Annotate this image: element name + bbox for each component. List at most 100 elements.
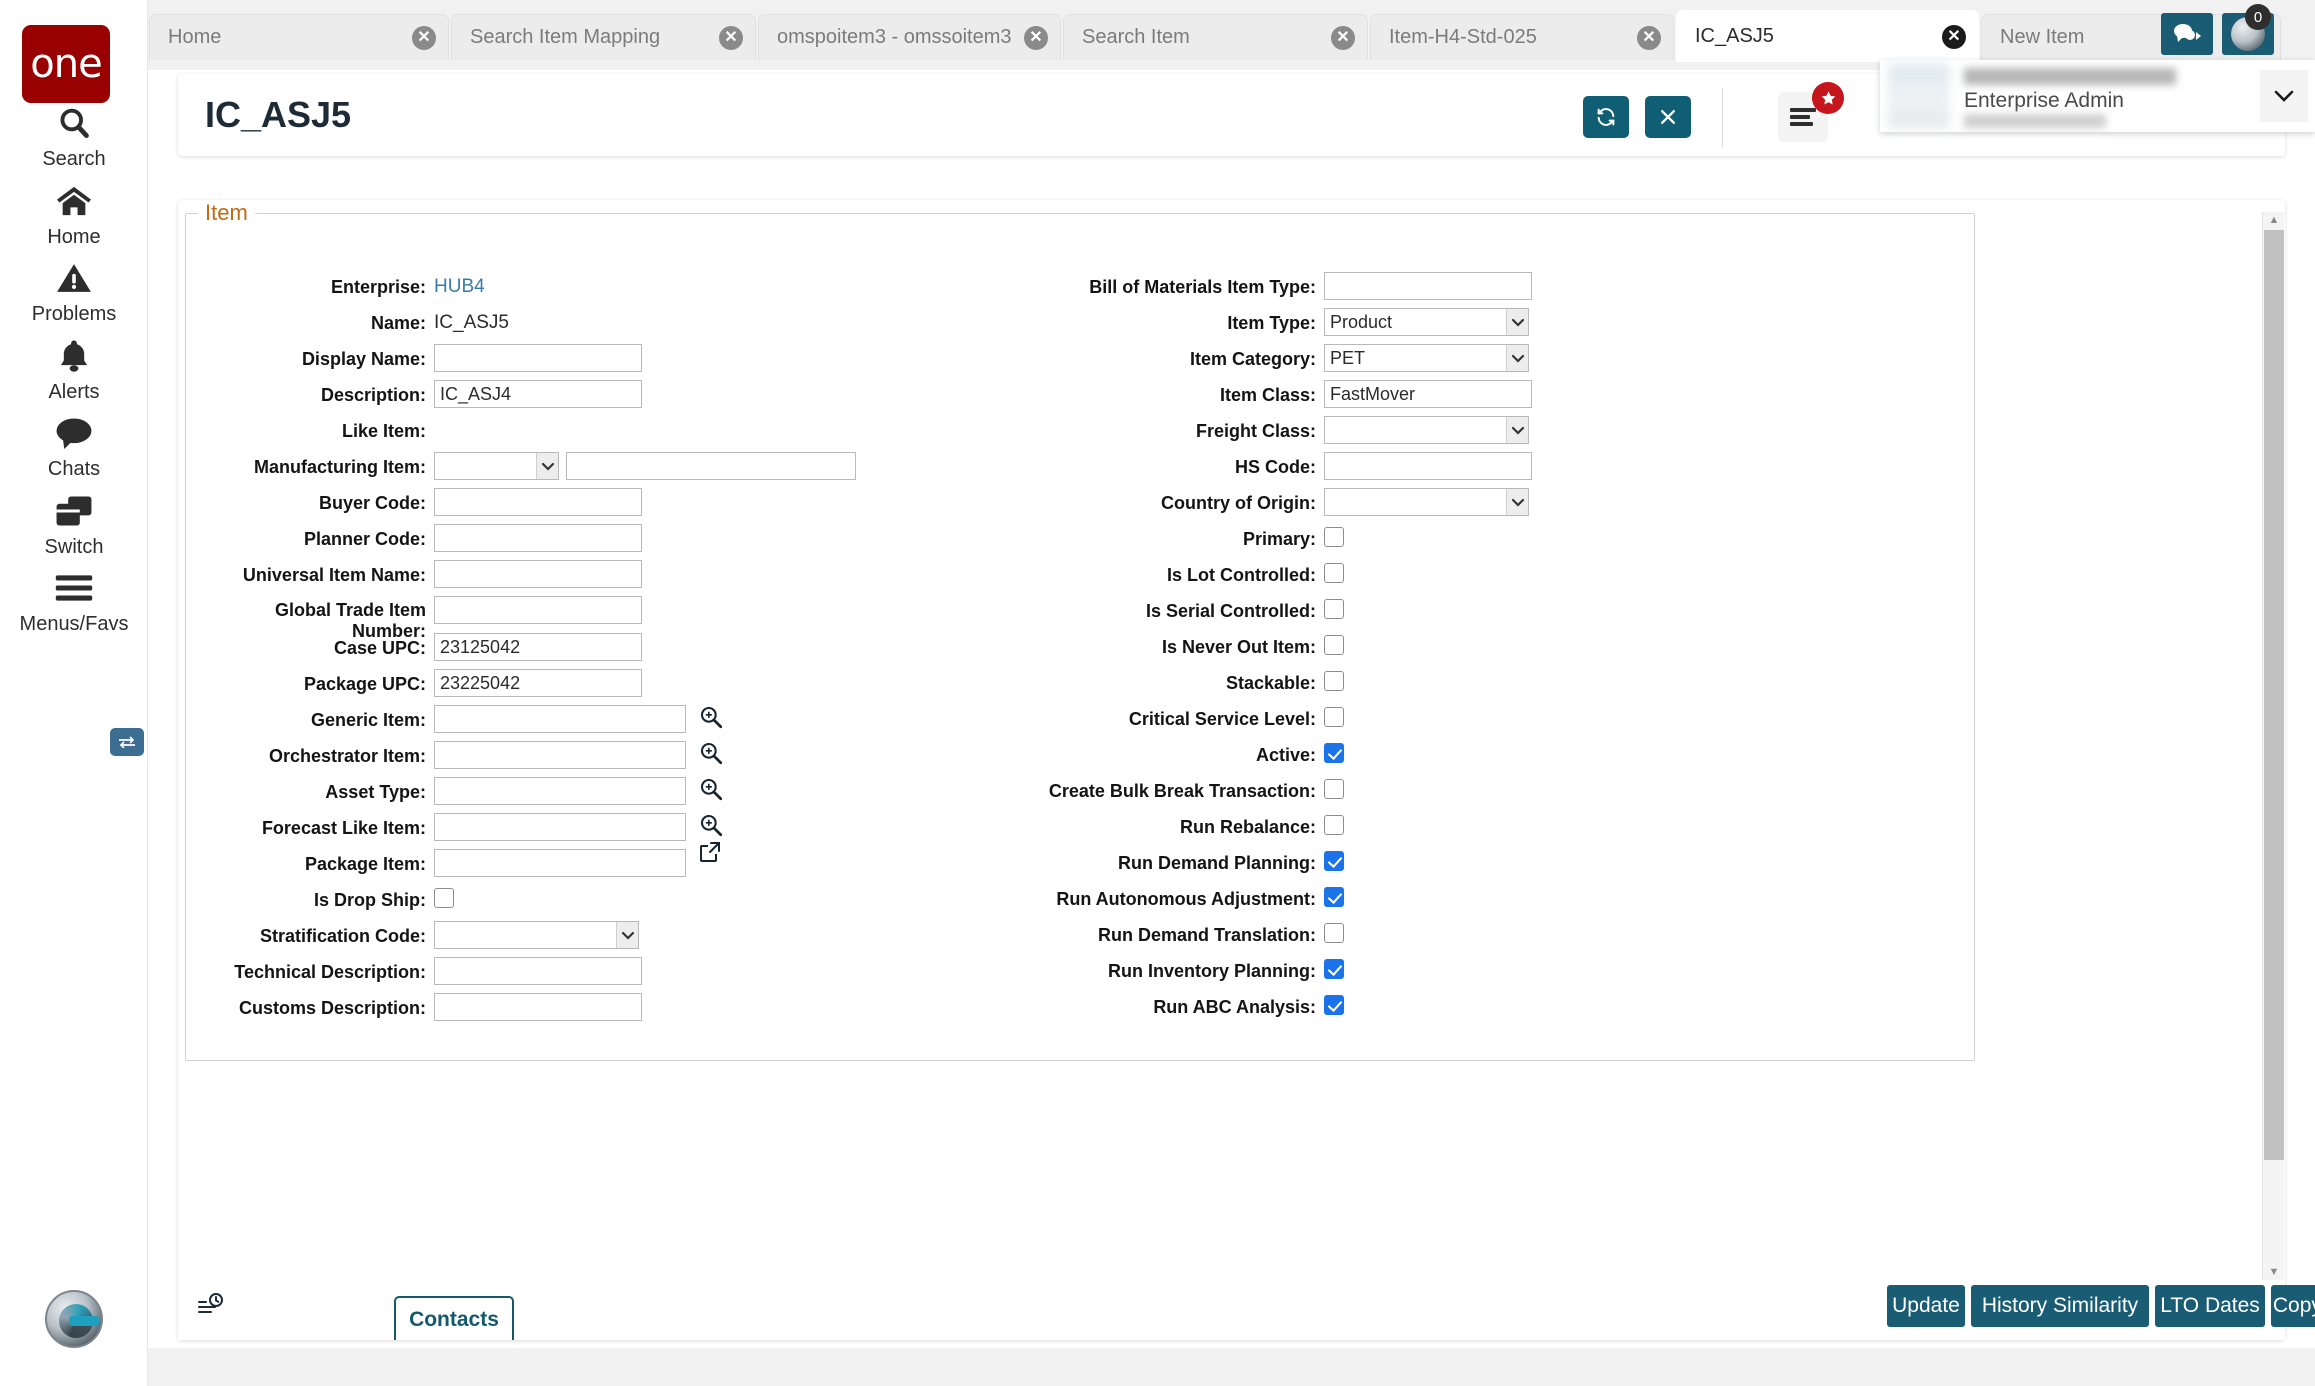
checkbox-is-never-out-item[interactable] <box>1324 635 1344 655</box>
sidebar-item-alerts[interactable]: Alerts <box>0 333 148 404</box>
sidebar-item-home[interactable]: Home <box>0 178 148 249</box>
chevron-down-icon <box>1506 417 1528 443</box>
browser-tab[interactable]: Search Item Mapping✕ <box>451 14 756 60</box>
close-circle-icon[interactable]: ✕ <box>412 26 436 50</box>
browser-tab[interactable]: Search Item✕ <box>1063 14 1368 60</box>
input-bill-of-materials-item-type[interactable] <box>1324 272 1532 300</box>
close-circle-icon[interactable]: ✕ <box>1942 25 1966 49</box>
browser-tab[interactable]: Home✕ <box>149 14 449 60</box>
item-fieldset-legend: Item <box>198 200 255 226</box>
field-label: Stackable: <box>1226 672 1316 694</box>
history-list-icon[interactable] <box>196 1290 228 1322</box>
select-value: PET <box>1330 348 1365 368</box>
close-circle-icon[interactable]: ✕ <box>1024 26 1048 50</box>
field-label: Freight Class: <box>1196 420 1316 442</box>
history-similarity-button[interactable]: History Similarity <box>1971 1285 2149 1327</box>
checkbox-critical-service-level[interactable] <box>1324 707 1344 727</box>
browser-tab-title: IC_ASJ5 <box>1695 25 1932 48</box>
home-icon <box>0 178 148 224</box>
browser-tab[interactable]: omspoitem3 - omssoitem3✕ <box>758 14 1061 60</box>
item-content-card: Item Enterprise:HUB4Name:IC_ASJ5Display … <box>178 200 2285 1340</box>
browser-tab[interactable]: IC_ASJ5 ✕ <box>1676 10 1979 62</box>
field-row-primary: Primary: <box>186 528 1516 564</box>
update-button[interactable]: Update <box>1887 1285 1965 1327</box>
checkbox-run-rebalance[interactable] <box>1324 815 1344 835</box>
field-row-is-never-out-item: Is Never Out Item: <box>186 636 1516 672</box>
checkbox-run-abc-analysis[interactable] <box>1324 995 1344 1015</box>
star-badge-icon <box>1812 82 1844 114</box>
select-country-of-origin[interactable] <box>1324 488 1529 516</box>
checkbox-create-bulk-break-transaction[interactable] <box>1324 779 1344 799</box>
field-label: Is Serial Controlled: <box>1146 600 1316 622</box>
close-circle-icon[interactable]: ✕ <box>1331 26 1355 50</box>
close-circle-icon[interactable]: ✕ <box>719 26 743 50</box>
close-circle-icon[interactable]: ✕ <box>1637 26 1661 50</box>
field-label: Country of Origin: <box>1161 492 1316 514</box>
browser-tab[interactable]: Item-H4-Std-025✕ <box>1370 14 1674 60</box>
refresh-icon-button[interactable] <box>1583 96 1629 138</box>
input-item-class[interactable]: FastMover <box>1324 380 1532 408</box>
scrollbar-thumb[interactable] <box>2264 230 2284 1160</box>
sidebar-item-chats[interactable]: Chats <box>0 410 148 481</box>
left-sidebar: one Search Home Problems Alerts Chats Switch M… <box>0 0 148 1386</box>
brand-logo[interactable]: one <box>22 25 110 103</box>
sidebar-item-search[interactable]: Search <box>0 100 148 171</box>
checkbox-run-inventory-planning[interactable] <box>1324 959 1344 979</box>
sidebar-item-label: Problems <box>0 303 148 326</box>
sidebar-item-problems[interactable]: Problems <box>0 255 148 326</box>
caret-up-icon[interactable]: ▲ <box>2263 212 2285 228</box>
field-label: Is Never Out Item: <box>1162 636 1316 658</box>
sidebar-item-label: Menus/Favs <box>0 613 148 636</box>
select-item-category[interactable]: PET <box>1324 344 1529 372</box>
field-row-run-demand-planning: Run Demand Planning: <box>186 852 1516 888</box>
input-hs-code[interactable] <box>1324 452 1532 480</box>
vertical-scrollbar[interactable]: ▲ ▼ <box>2262 212 2284 1280</box>
checkbox-run-demand-translation[interactable] <box>1324 923 1344 943</box>
checkbox-run-demand-planning[interactable] <box>1324 851 1344 871</box>
page-bottom-strip <box>148 1348 2315 1386</box>
sidebar-item-label: Search <box>0 148 148 171</box>
select-item-type[interactable]: Product <box>1324 308 1529 336</box>
search-icon <box>0 100 148 146</box>
lto-dates-button[interactable]: LTO Dates <box>2155 1285 2265 1327</box>
chevron-down-icon[interactable] <box>2260 70 2308 122</box>
user-role-label: Enterprise Admin <box>1964 89 2124 113</box>
field-label: Run Demand Translation: <box>1098 924 1316 946</box>
sidebar-item-switch[interactable]: Switch <box>0 488 148 559</box>
checkbox-primary[interactable] <box>1324 527 1344 547</box>
field-row-is-lot-controlled: Is Lot Controlled: <box>186 564 1516 600</box>
field-row-run-demand-translation: Run Demand Translation: <box>186 924 1516 960</box>
field-row-critical-service-level: Critical Service Level: <box>186 708 1516 744</box>
checkbox-is-serial-controlled[interactable] <box>1324 599 1344 619</box>
tab-label: Contacts <box>409 1308 499 1332</box>
assistant-bot-avatar[interactable] <box>45 1290 103 1348</box>
close-page-button[interactable] <box>1645 96 1691 138</box>
switch-swap-badge-icon[interactable] <box>110 728 144 756</box>
chat-bubble-icon <box>0 410 148 456</box>
field-label: Create Bulk Break Transaction: <box>1049 780 1316 802</box>
copy-forecast-settings-button[interactable]: Copy Forecast Settings <box>2271 1285 2315 1327</box>
chevron-down-icon <box>1506 489 1528 515</box>
select-value: Product <box>1330 312 1392 332</box>
user-account-panel[interactable]: Enterprise Admin <box>1880 60 2315 132</box>
item-fieldset: Item Enterprise:HUB4Name:IC_ASJ5Display … <box>185 213 1975 1061</box>
tab-contacts[interactable]: Contacts <box>394 1296 514 1340</box>
checkbox-run-autonomous-adjustment[interactable] <box>1324 887 1344 907</box>
sidebar-item-menus-favs[interactable]: Menus/Favs <box>0 565 148 636</box>
field-label: HS Code: <box>1235 456 1316 478</box>
chat-play-icon-button[interactable] <box>2161 13 2213 55</box>
field-row-country-of-origin: Country of Origin: <box>186 492 1516 528</box>
checkbox-is-lot-controlled[interactable] <box>1324 563 1344 583</box>
sidebar-item-label: Switch <box>0 536 148 559</box>
warning-triangle-icon <box>0 255 148 301</box>
checkbox-active[interactable] <box>1324 743 1344 763</box>
windows-switch-icon <box>0 488 148 534</box>
select-freight-class[interactable] <box>1324 416 1529 444</box>
field-label: Run Autonomous Adjustment: <box>1056 888 1316 910</box>
caret-down-icon[interactable]: ▼ <box>2263 1264 2285 1280</box>
sidebar-item-label: Home <box>0 226 148 249</box>
checkbox-stackable[interactable] <box>1324 671 1344 691</box>
sidebar-item-label: Alerts <box>0 381 148 404</box>
field-label: Bill of Materials Item Type: <box>1089 276 1316 298</box>
field-row-hs-code: HS Code: <box>186 456 1516 492</box>
